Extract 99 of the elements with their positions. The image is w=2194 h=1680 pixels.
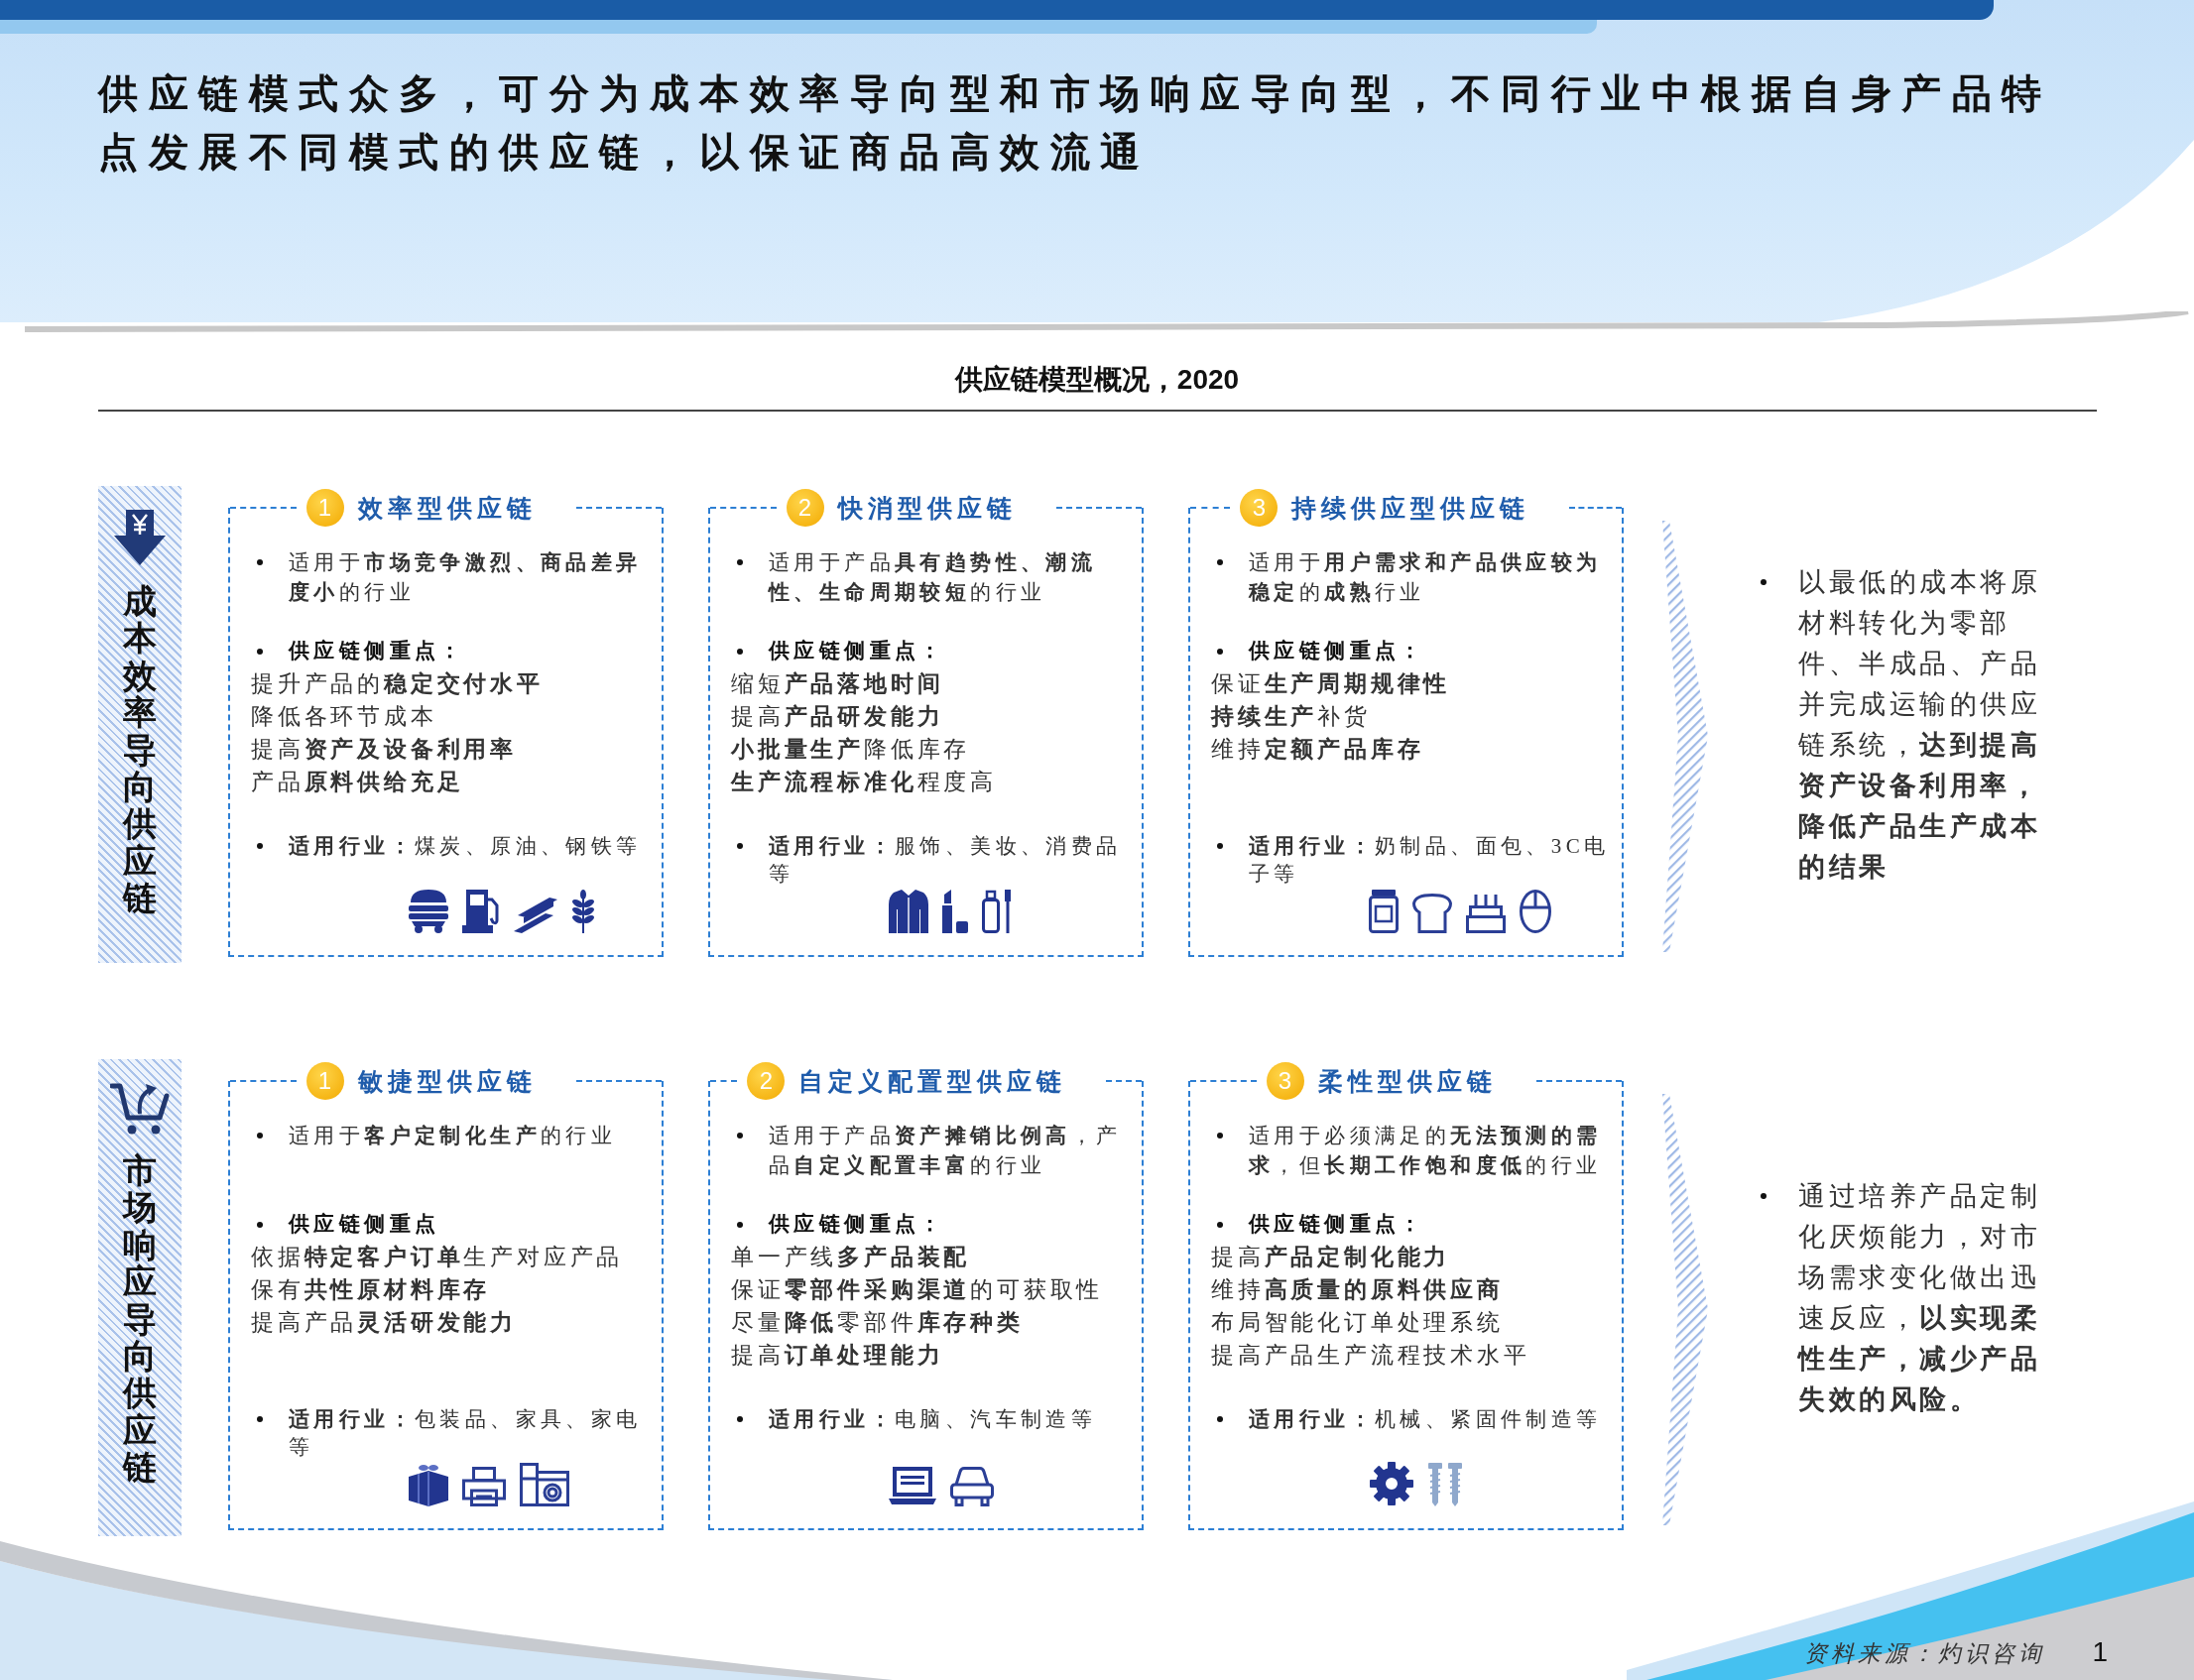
- jar-icon: [1369, 890, 1399, 933]
- category-label: 成本效率导向供应链: [123, 583, 157, 917]
- focus-item: 提高产品生产流程技术水平: [1211, 1342, 1530, 1370]
- bullet-icon: [257, 648, 263, 655]
- bullet-icon: [257, 1416, 263, 1422]
- card-title: 敏捷型供应链: [357, 1066, 537, 1097]
- applicability-text: 适用于客户定制化生产的行业: [289, 1123, 617, 1149]
- tank-car-icon: [409, 890, 448, 933]
- number-badge: 3: [1240, 489, 1279, 527]
- focus-item: 持续生产补货: [1211, 703, 1371, 731]
- bullet-icon: [1217, 1133, 1223, 1139]
- bullet-icon: [257, 843, 263, 849]
- focus-heading: 供应链侧重点：: [1249, 638, 1425, 664]
- bullet-icon: [1217, 559, 1223, 565]
- focus-heading: 供应链侧重点：: [769, 638, 945, 664]
- chart-title: 供应链模型概况，2020: [954, 363, 1240, 397]
- focus-item: 尽量降低零部件库存种类: [731, 1309, 1024, 1337]
- wheat-icon: [571, 890, 595, 933]
- number-badge: 3: [1266, 1062, 1304, 1100]
- category-label: 市场响应导向供应链: [123, 1152, 157, 1487]
- focus-item: 产品原料供给充足: [251, 769, 464, 796]
- bottle-toothbrush-icon: [982, 890, 1012, 933]
- bullet-icon: [737, 1221, 743, 1228]
- focus-item: 依据特定客户订单生产对应产品: [251, 1244, 624, 1271]
- focus-item: 保证零部件采购渠道的可获取性: [731, 1276, 1104, 1304]
- focus-item: 提高产品研发能力: [731, 703, 944, 731]
- focus-item: 小批量生产降低库存: [731, 736, 971, 764]
- focus-heading: 供应链侧重点：: [769, 1211, 945, 1238]
- shopping-cart-icon: [110, 1083, 170, 1135]
- focus-heading: 供应链侧重点：: [289, 638, 465, 664]
- number-badge: 1: [305, 489, 344, 527]
- card-title: 效率型供应链: [357, 493, 537, 524]
- bullet-icon: [1761, 1193, 1767, 1199]
- applicability-text: 适用于产品资产摊销比例高，产品自定义配置丰富的行业: [769, 1123, 1123, 1179]
- bullet-icon: [1217, 843, 1223, 849]
- applicability-text: 适用于市场竞争激烈、商品差异度小的行业: [289, 549, 643, 606]
- industry-text: 适用行业：煤炭、原油、钢铁等: [289, 833, 642, 860]
- bullet-icon: [737, 648, 743, 655]
- lipstick-icon: [942, 890, 968, 933]
- yen-down-arrow-icon: [114, 510, 166, 565]
- focus-item: 维持定额产品库存: [1211, 736, 1424, 764]
- gear-icon: [1369, 1461, 1414, 1506]
- industry-text: 适用行业：电脑、汽车制造等: [769, 1406, 1097, 1433]
- card-title: 持续供应型供应链: [1291, 493, 1530, 524]
- summary-text: 以最低的成本将原材料转化为零部件、半成品、产品并完成运输的供应链系统，达到提高资产设备利用率，降低产品生产成本的结果: [1798, 565, 2041, 884]
- summary-text: 通过培养产品定制化厌烦能力，对市场需求变化做出迅速反应，以实现柔性生产，减少产品失效的风险。: [1798, 1179, 2041, 1416]
- bullet-icon: [1217, 1221, 1223, 1228]
- bullet-icon: [257, 1221, 263, 1228]
- fuel-pump-icon: [462, 890, 500, 933]
- number-badge: 2: [786, 489, 824, 527]
- applicability-text: 适用于产品具有趋势性、潮流性、生命周期较短的行业: [769, 549, 1098, 606]
- car-icon: [950, 1467, 994, 1506]
- page-title: 供应链模式众多，可分为成本效率导向型和市场响应导向型，不同行业中根据自身产品特点发展不同模式的供应链，以保证商品高效流通: [98, 68, 2053, 177]
- bullet-icon: [1217, 1416, 1223, 1422]
- focus-item: 缩短产品落地时间: [731, 670, 944, 698]
- focus-heading: 供应链侧重点: [289, 1211, 440, 1238]
- focus-heading: 供应链侧重点：: [1249, 1211, 1425, 1238]
- focus-item: 提高产品定制化能力: [1211, 1244, 1451, 1271]
- bullet-icon: [257, 1133, 263, 1139]
- bullet-icon: [737, 1416, 743, 1422]
- number-badge: 2: [747, 1062, 786, 1100]
- focus-item: 保证生产周期规律性: [1211, 670, 1451, 698]
- applicability-text: 适用于用户需求和产品供应较为稳定的成熟行业: [1249, 549, 1603, 606]
- bullet-icon: [737, 843, 743, 849]
- washing-machine-icon: [520, 1463, 569, 1506]
- focus-item: 提高产品灵活研发能力: [251, 1309, 517, 1337]
- focus-item: 提高订单处理能力: [731, 1342, 944, 1370]
- computer-mouse-icon: [1520, 890, 1551, 933]
- number-badge: 1: [305, 1062, 344, 1100]
- focus-item: 提高资产及设备利用率: [251, 736, 517, 764]
- bullet-icon: [257, 559, 263, 565]
- cake-icon: [1466, 894, 1506, 933]
- bullet-icon: [1761, 579, 1767, 585]
- card-title: 自定义配置型供应链: [798, 1066, 1067, 1097]
- focus-item: 生产流程标准化程度高: [731, 769, 997, 796]
- laptop-icon: [889, 1467, 936, 1506]
- industry-text: 适用行业：服饰、美妆、消费品等: [769, 833, 1123, 888]
- industry-text: 适用行业：机械、紧固件制造等: [1249, 1406, 1602, 1433]
- industry-text: 适用行业：包装品、家具、家电等: [289, 1406, 643, 1461]
- focus-item: 单一产线多产品装配: [731, 1244, 971, 1271]
- focus-item: 提升产品的稳定交付水平: [251, 670, 544, 698]
- gift-box-icon: [409, 1465, 448, 1506]
- bullet-icon: [737, 559, 743, 565]
- focus-item: 保有共性原材料库存: [251, 1276, 491, 1304]
- jacket-icon: [889, 890, 928, 933]
- applicability-text: 适用于必须满足的无法预测的需求，但长期工作饱和度低的行业: [1249, 1123, 1603, 1179]
- card-title: 柔性型供应链: [1317, 1066, 1497, 1097]
- bread-icon: [1412, 894, 1452, 933]
- focus-item: 布局智能化订单处理系统: [1211, 1309, 1504, 1337]
- bullet-icon: [1217, 648, 1223, 655]
- industry-text: 适用行业：奶制品、面包、3C电子等: [1249, 833, 1611, 888]
- steel-beam-icon: [514, 898, 557, 933]
- screws-icon: [1428, 1463, 1462, 1506]
- focus-item: 维持高质量的原料供应商: [1211, 1276, 1504, 1304]
- focus-item: 降低各环节成本: [251, 703, 437, 731]
- card-title: 快消型供应链: [837, 493, 1017, 524]
- printer-icon: [462, 1467, 506, 1506]
- page-number: 1: [2092, 1635, 2108, 1669]
- bullet-icon: [737, 1133, 743, 1139]
